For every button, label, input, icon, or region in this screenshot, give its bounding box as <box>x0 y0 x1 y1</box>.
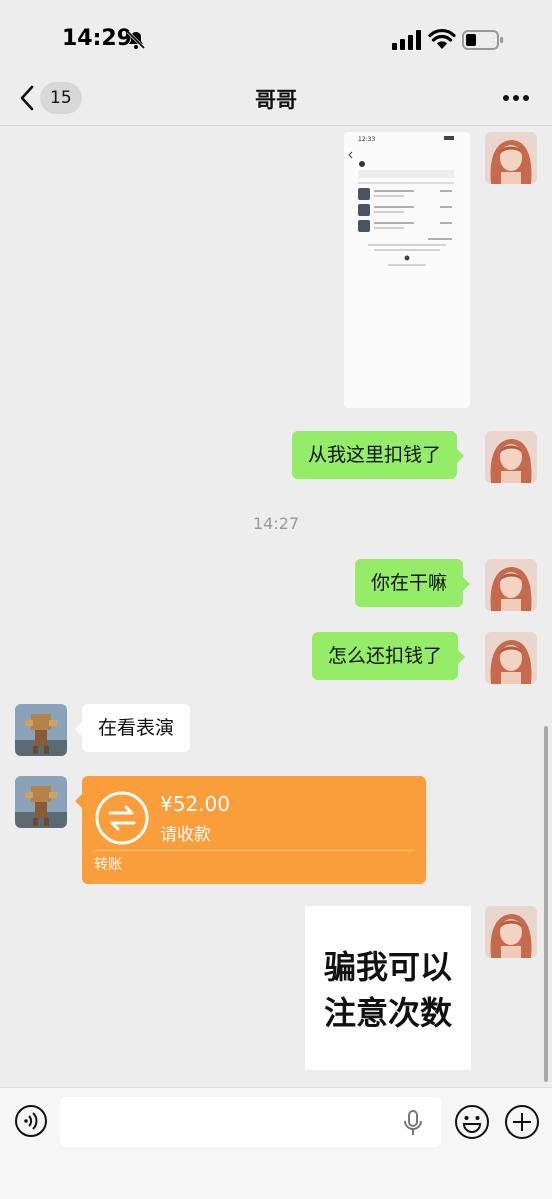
transfer-status: 请收款 <box>160 825 211 845</box>
contact-avatar[interactable] <box>15 776 67 828</box>
chat-title: 哥哥 <box>255 88 297 112</box>
my-avatar[interactable] <box>485 431 537 483</box>
status-bar: 14:29 <box>0 0 552 70</box>
message-input[interactable] <box>60 1097 441 1147</box>
status-time: 14:29 <box>62 26 133 51</box>
contact-avatar[interactable] <box>15 704 67 756</box>
cellular-signal-icon <box>392 30 421 50</box>
transfer-divider <box>94 850 414 851</box>
battery-icon <box>462 30 503 50</box>
transfer-amount: ¥52.00 <box>160 792 230 816</box>
my-text-message[interactable]: 怎么还扣钱了 <box>312 632 466 680</box>
wifi-icon <box>428 28 456 49</box>
back-chevron-icon[interactable] <box>16 84 40 112</box>
voice-input-icon[interactable] <box>14 1104 48 1138</box>
chat-header: 15 哥哥 <box>0 70 552 126</box>
bell-muted-icon <box>126 30 146 50</box>
chat-screen: 14:29 15 哥哥 12:33 从我这里扣钱了 14:27 你在干嘛 怎么还… <box>0 0 552 1199</box>
contact-text-message[interactable]: 在看表演 <box>74 704 191 752</box>
sticker-text-line-2: 注意次数 <box>323 994 452 1032</box>
my-text-message[interactable]: 你在干嘛 <box>355 559 471 607</box>
my-avatar[interactable] <box>485 132 537 184</box>
transfer-label: 转账 <box>94 857 122 873</box>
my-avatar[interactable] <box>485 559 537 611</box>
transfer-message[interactable]: ¥52.00 请收款 转账 <box>75 776 426 884</box>
microphone-icon[interactable] <box>402 1110 424 1136</box>
transfer-arrows-icon <box>95 791 149 845</box>
unread-count-badge[interactable]: 15 <box>40 82 82 114</box>
image-message[interactable]: 12:33 <box>344 132 470 408</box>
input-bar <box>0 1087 552 1199</box>
message-timestamp: 14:27 <box>252 514 300 533</box>
my-avatar[interactable] <box>485 906 537 958</box>
my-avatar[interactable] <box>485 632 537 684</box>
sticker-message[interactable]: 骗我可以 注意次数 <box>305 906 471 1070</box>
plus-icon[interactable] <box>504 1104 540 1140</box>
emoji-icon[interactable] <box>454 1104 490 1140</box>
more-options-icon[interactable] <box>502 94 530 102</box>
screenshot-preview <box>348 136 454 266</box>
sticker-text-line-1: 骗我可以 <box>323 948 452 986</box>
scrollbar-thumb[interactable] <box>544 726 548 1082</box>
my-text-message[interactable]: 从我这里扣钱了 <box>292 431 465 479</box>
